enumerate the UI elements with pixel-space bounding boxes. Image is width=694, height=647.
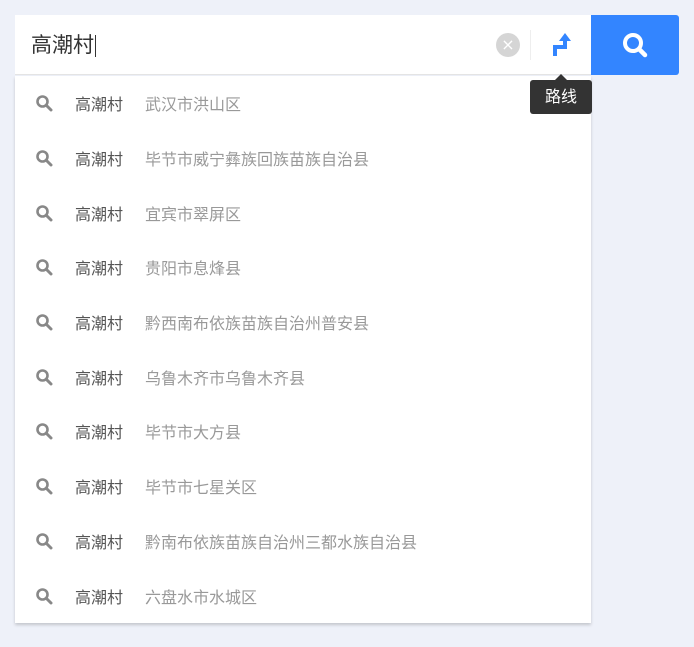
suggestion-item[interactable]: 高潮村 贵阳市息烽县 (15, 240, 591, 295)
search-icon (36, 478, 53, 495)
suggestion-address: 黔西南布依族苗族自治州普安县 (145, 314, 370, 334)
search-icon (36, 259, 53, 276)
search-icon (36, 150, 53, 167)
suggestion-item[interactable]: 高潮村 武汉市洪山区 (15, 76, 591, 131)
search-icon (623, 33, 648, 58)
suggestion-item[interactable]: 高潮村 六盘水市水城区 (15, 568, 591, 623)
suggestion-item[interactable]: 高潮村 毕节市七星关区 (15, 459, 591, 514)
search-icon (36, 368, 53, 386)
search-box: 高潮村 × (15, 15, 591, 75)
suggestion-name: 高潮村 (75, 478, 124, 498)
suggestion-name: 高潮村 (75, 532, 124, 552)
suggestion-address: 贵阳市息烽县 (145, 259, 242, 279)
suggestion-name: 高潮村 (75, 587, 124, 607)
suggestion-name: 高潮村 (75, 314, 124, 334)
suggestion-list: 高潮村 武汉市洪山区 高潮村 毕节市威宁彝族回族苗族自治县 高潮村 宜宾市翠屏区 高潮村 贵阳… (15, 76, 591, 623)
route-tooltip: 路线 (530, 74, 592, 114)
suggestion-item[interactable]: 高潮村 宜宾市翠屏区 (15, 185, 591, 240)
suggestion-address: 六盘水市水城区 (145, 587, 258, 607)
search-input[interactable]: 高潮村 (31, 29, 491, 59)
search-icon (36, 587, 53, 605)
suggestion-name: 高潮村 (75, 150, 124, 170)
suggestion-address: 宜宾市翠屏区 (145, 204, 242, 224)
clear-icon[interactable]: × (496, 33, 520, 57)
search-input-value: 高潮村 (31, 33, 94, 57)
route-arrow-icon (553, 33, 571, 56)
suggestion-name: 高潮村 (75, 95, 124, 115)
suggestion-name: 高潮村 (75, 204, 124, 224)
suggestion-item[interactable]: 高潮村 黔西南布依族苗族自治州普安县 (15, 295, 591, 350)
search-icon (36, 204, 53, 222)
text-caret (95, 35, 96, 57)
suggestion-address: 毕节市七星关区 (145, 478, 258, 498)
suggestion-address: 毕节市威宁彝族回族苗族自治县 (145, 150, 370, 170)
suggestion-item[interactable]: 高潮村 乌鲁木齐市乌鲁木齐县 (15, 349, 591, 404)
search-icon (36, 95, 53, 112)
suggestion-name: 高潮村 (75, 423, 124, 443)
suggestion-name: 高潮村 (75, 259, 124, 279)
search-button[interactable] (591, 15, 679, 75)
suggestion-address: 武汉市洪山区 (145, 95, 242, 115)
suggestion-address: 毕节市大方县 (145, 423, 242, 443)
suggestion-item[interactable]: 高潮村 毕节市威宁彝族回族苗族自治县 (15, 131, 591, 186)
suggestion-address: 乌鲁木齐市乌鲁木齐县 (145, 368, 306, 388)
divider (530, 30, 531, 60)
route-button[interactable] (541, 28, 577, 62)
suggestion-name: 高潮村 (75, 368, 124, 388)
suggestion-item[interactable]: 高潮村 黔南布依族苗族自治州三都水族自治县 (15, 514, 591, 569)
search-icon (36, 314, 53, 331)
suggestion-item[interactable]: 高潮村 毕节市大方县 (15, 404, 591, 459)
search-icon (36, 423, 53, 440)
search-icon (36, 533, 53, 550)
suggestion-address: 黔南布依族苗族自治州三都水族自治县 (145, 532, 418, 552)
